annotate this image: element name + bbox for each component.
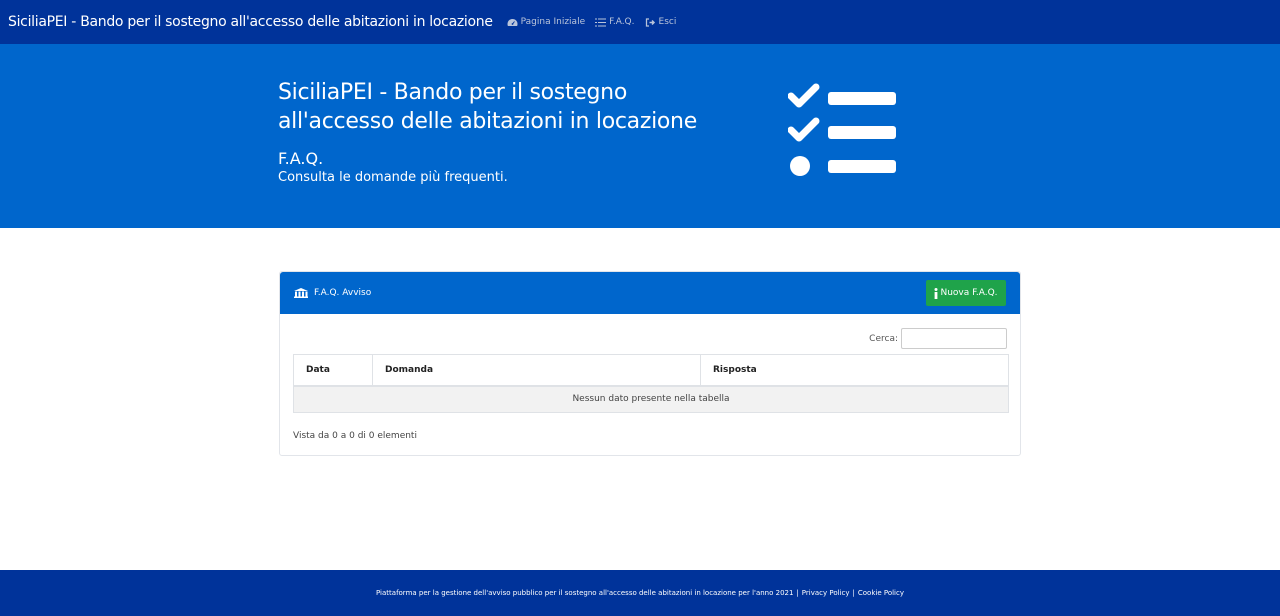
hero-title: SiciliaPEI - Bando per il sostegno all'a… <box>278 80 697 134</box>
card-title: F.A.Q. Avviso <box>294 288 371 298</box>
nav-link-faq-label: F.A.Q. <box>609 17 635 27</box>
sign-out-icon <box>645 17 656 27</box>
footer: Piattaforma per la gestione dell'avviso … <box>0 570 1280 616</box>
new-faq-button-label: Nuova F.A.Q. <box>940 288 998 298</box>
card-title-label: F.A.Q. Avviso <box>314 288 372 298</box>
hero-description: Consulta le domande più frequenti. <box>278 170 508 185</box>
cookie-policy-link[interactable]: Cookie Policy <box>858 589 904 597</box>
hero-text: SiciliaPEI - Bando per il sostegno all'a… <box>278 78 748 185</box>
checklist-icon <box>787 82 898 186</box>
card-header: F.A.Q. Avviso Nuova F.A.Q. <box>280 272 1020 314</box>
new-faq-button[interactable]: Nuova F.A.Q. <box>926 280 1006 306</box>
nav-link-home-label: Pagina Iniziale <box>520 17 586 27</box>
table-row: Nessun dato presente nella tabella <box>293 385 1009 413</box>
nav-link-logout[interactable]: Esci <box>645 17 677 27</box>
search-label: Cerca: <box>869 333 898 344</box>
privacy-policy-link[interactable]: Privacy Policy <box>802 589 850 597</box>
column-header-data[interactable]: Data <box>293 354 373 387</box>
nav-link-home[interactable]: Pagina Iniziale <box>507 17 585 27</box>
search-input[interactable] <box>901 328 1007 349</box>
faq-card: F.A.Q. Avviso Nuova F.A.Q. Cerca: Data D… <box>279 271 1021 456</box>
navbar-links: Pagina Iniziale F.A.Q. Esci <box>507 17 687 27</box>
column-header-domanda[interactable]: Domanda <box>372 354 701 387</box>
top-navbar: SiciliaPEI - Bando per il sostegno all'a… <box>0 0 1280 44</box>
footer-separator: | <box>852 589 855 597</box>
hero-banner: SiciliaPEI - Bando per il sostegno all'a… <box>0 44 1280 228</box>
nav-link-logout-label: Esci <box>658 17 677 27</box>
info-icon <box>934 287 938 299</box>
hero-subtitle: F.A.Q. <box>278 149 324 168</box>
nav-link-faq[interactable]: F.A.Q. <box>595 17 635 27</box>
footer-text: Piattaforma per la gestione dell'avviso … <box>375 589 794 597</box>
university-icon <box>294 288 308 298</box>
empty-table-message: Nessun dato presente nella tabella <box>293 385 1009 413</box>
faq-table: Data Domanda Risposta Nessun dato presen… <box>293 354 1009 413</box>
table-search: Cerca: <box>869 328 1007 349</box>
dashboard-icon <box>507 18 518 27</box>
navbar-brand[interactable]: SiciliaPEI - Bando per il sostegno all'a… <box>8 14 493 30</box>
list-icon <box>595 18 607 27</box>
table-header-row: Data Domanda Risposta <box>293 354 1009 387</box>
column-header-risposta[interactable]: Risposta <box>700 354 1009 387</box>
footer-separator: | <box>796 589 799 597</box>
table-info: Vista da 0 a 0 di 0 elementi <box>293 431 417 441</box>
